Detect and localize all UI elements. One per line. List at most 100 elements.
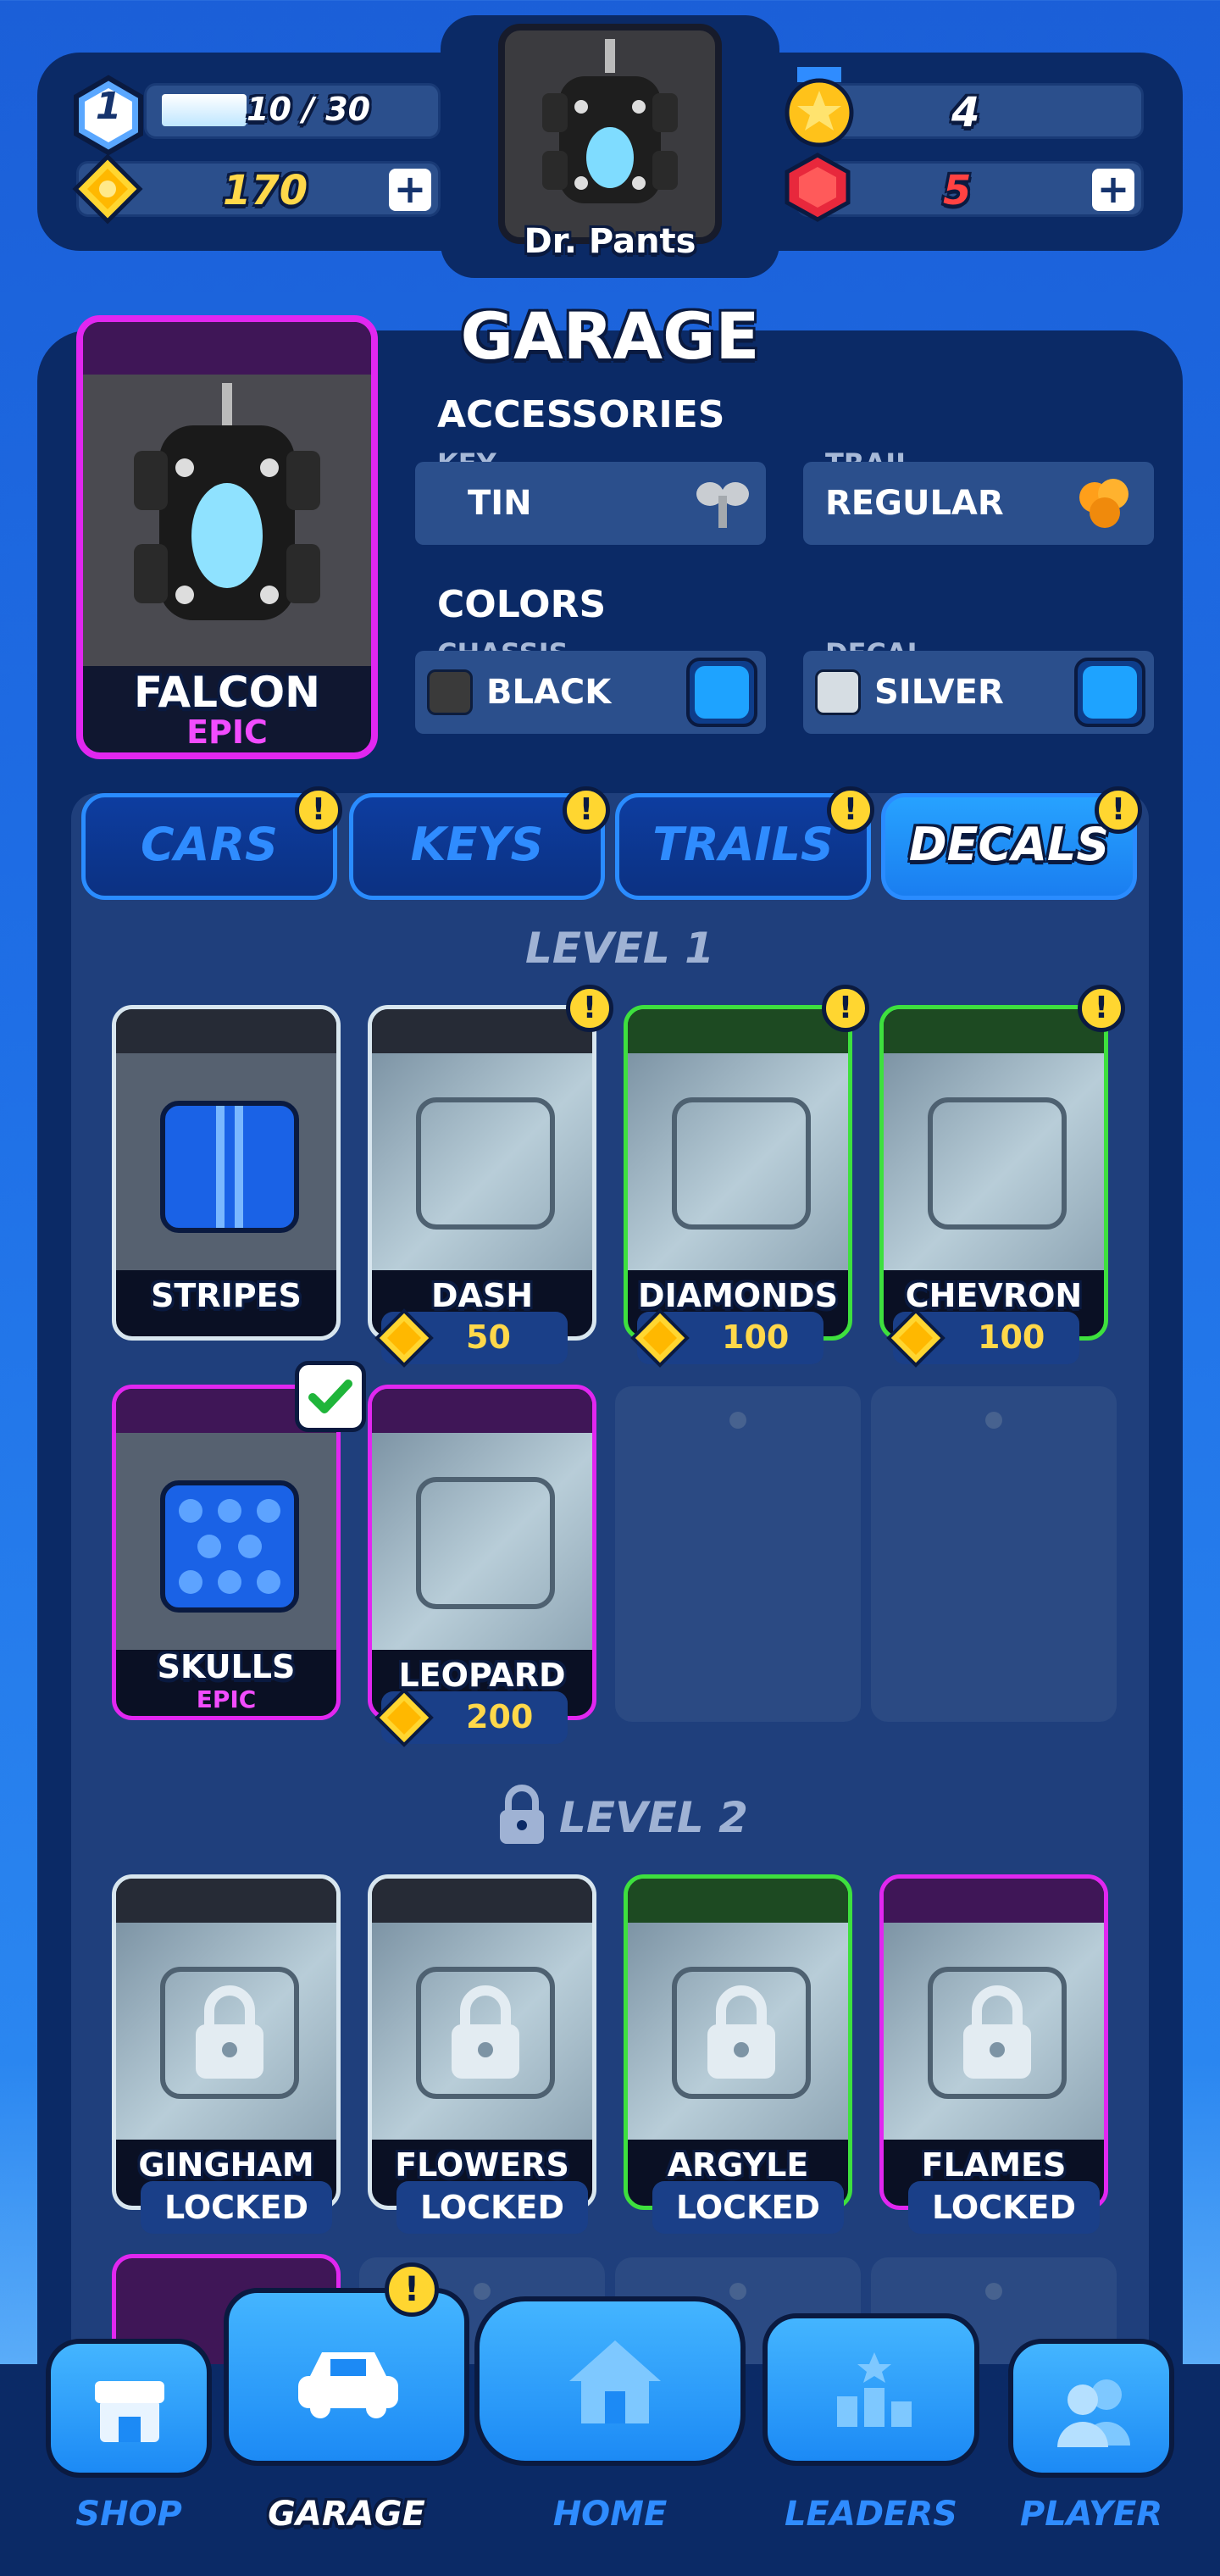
avatar[interactable] <box>498 24 722 244</box>
decal-card-argyle[interactable]: ARGYLE <box>624 1874 852 2210</box>
equipped-check-icon <box>295 1361 366 1432</box>
level-2-heading: LEVEL 2 <box>559 1793 748 1842</box>
shop-icon <box>95 2381 164 2442</box>
nav-home-label: HOME <box>552 2495 668 2534</box>
decal-card-diamonds[interactable]: DIAMONDS <box>624 1005 852 1341</box>
coin-icon <box>72 153 143 225</box>
decal-name: STRIPES <box>151 1277 302 1314</box>
decal-card-gingham[interactable]: GINGHAM <box>112 1874 341 2210</box>
decal-image <box>372 1923 592 2140</box>
nav-player-button[interactable] <box>1008 2339 1174 2478</box>
decal-image <box>116 1053 336 1270</box>
nav-home-button[interactable] <box>474 2296 746 2466</box>
alert-icon: ! <box>563 786 610 834</box>
player-icon <box>1057 2379 1130 2447</box>
coin-icon <box>630 1308 690 1368</box>
card-header <box>628 1009 848 1053</box>
nav-shop-button[interactable] <box>46 2339 212 2478</box>
price-value: 100 <box>978 1319 1045 1356</box>
locked-status: LOCKED <box>141 2181 332 2234</box>
add-gems-button[interactable]: + <box>1092 169 1134 211</box>
card-header <box>884 1009 1104 1053</box>
skulls-pattern-icon <box>160 1480 299 1613</box>
star-bar: 4 <box>785 67 1144 147</box>
decal-image <box>372 1433 592 1650</box>
nav-garage-button[interactable] <box>224 2288 469 2466</box>
price-value: 200 <box>466 1698 534 1735</box>
nav-leaders-button[interactable] <box>762 2313 979 2466</box>
card-header <box>372 1009 592 1053</box>
xp-text: 10 / 30 <box>247 91 371 128</box>
locked-status: LOCKED <box>908 2181 1100 2234</box>
gem-bar: 5 + <box>785 153 1144 222</box>
decal-card-stripes[interactable]: STRIPES <box>112 1005 341 1341</box>
level-1-heading: LEVEL 1 <box>525 924 714 973</box>
decal-image <box>628 1053 848 1270</box>
trail-value: REGULAR <box>825 484 1004 523</box>
coin-bar: 170 + <box>72 153 441 225</box>
decal-card-chevron[interactable]: CHEVRON <box>879 1005 1108 1341</box>
decal-name: GINGHAM <box>138 2146 314 2184</box>
xp-bar: 10 / 30 <box>144 83 441 139</box>
decal-card-leopard[interactable]: LEOPARD <box>368 1385 596 1720</box>
card-header <box>884 1879 1104 1923</box>
selected-car-card[interactable]: FALCON EPIC <box>76 315 378 759</box>
decal-name: FLAMES <box>921 2146 1067 2184</box>
star-medal-icon <box>785 67 854 147</box>
star-count: 4 <box>951 89 980 136</box>
decal-card-flowers[interactable]: FLOWERS <box>368 1874 596 2210</box>
price-value: 50 <box>466 1319 511 1356</box>
nav-garage-label: GARAGE <box>268 2495 425 2534</box>
decal-paint-button[interactable] <box>1074 658 1145 727</box>
alert-icon: ! <box>1095 786 1142 834</box>
decal-image <box>884 1923 1104 2140</box>
alert-icon: ! <box>295 786 342 834</box>
add-coins-button[interactable]: + <box>389 169 431 211</box>
coin-icon <box>886 1308 946 1368</box>
gem-icon <box>785 153 851 222</box>
decal-name: SKULLS <box>157 1648 296 1685</box>
alert-icon: ! <box>822 985 869 1032</box>
decal-field[interactable]: SILVER <box>803 651 1154 734</box>
decal-rarity: EPIC <box>196 1685 257 1713</box>
colors-heading: COLORS <box>437 583 607 626</box>
locked-status: LOCKED <box>396 2181 588 2234</box>
alert-icon: ! <box>385 2262 439 2317</box>
lock-icon <box>963 1985 1031 2079</box>
chassis-value: BLACK <box>486 673 612 712</box>
card-header <box>83 322 371 375</box>
locked-status: LOCKED <box>652 2181 844 2234</box>
chassis-paint-button[interactable] <box>686 658 757 727</box>
nav-shop-label: SHOP <box>75 2495 182 2534</box>
home-icon <box>569 2340 661 2423</box>
decal-image <box>116 1923 336 2140</box>
decal-card-dash[interactable]: DASH <box>368 1005 596 1341</box>
decal-card-flames[interactable]: FLAMES <box>879 1874 1108 2210</box>
card-header <box>372 1879 592 1923</box>
alert-icon: ! <box>566 985 613 1032</box>
price-tag: 50 <box>374 1308 568 1368</box>
trail-field[interactable]: REGULAR <box>803 462 1154 545</box>
coin-count: 170 <box>223 167 308 214</box>
player-name: Dr. Pants <box>524 222 696 261</box>
decal-name: ARGYLE <box>667 2146 809 2184</box>
nav-player-label: PLAYER <box>1019 2495 1163 2534</box>
key-value: TIN <box>468 484 532 523</box>
alert-icon: ! <box>827 786 874 834</box>
stripes-pattern-icon <box>160 1101 299 1233</box>
decal-card-skulls[interactable]: SKULLS EPIC <box>112 1385 341 1720</box>
decal-swatch <box>815 669 861 715</box>
smoke-trail-icon <box>1079 479 1128 528</box>
decal-name: FLOWERS <box>395 2146 569 2184</box>
car-name: FALCON <box>133 668 321 717</box>
coin-icon <box>374 1308 434 1368</box>
chassis-swatch <box>427 669 473 715</box>
price-tag: 100 <box>630 1308 824 1368</box>
car-icon <box>134 383 320 620</box>
price-value: 100 <box>722 1319 790 1356</box>
key-field[interactable]: TIN <box>415 462 766 545</box>
chassis-field[interactable]: BLACK <box>415 651 766 734</box>
lock-icon <box>707 1985 775 2079</box>
lock-icon <box>196 1985 263 2079</box>
decal-value: SILVER <box>874 673 1004 712</box>
